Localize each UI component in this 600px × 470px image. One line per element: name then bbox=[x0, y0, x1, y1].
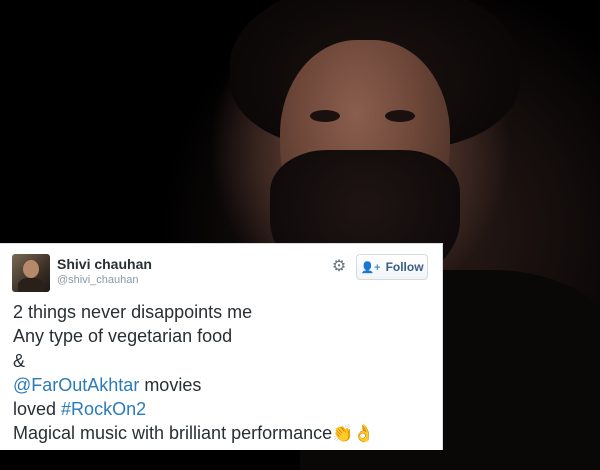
tweet-text: 2 things never disappoints me Any type o… bbox=[13, 300, 438, 447]
tweet-line-4-rest: movies bbox=[139, 374, 202, 395]
tweet-line-3: & bbox=[13, 350, 26, 371]
follow-label: Follow bbox=[385, 260, 424, 274]
gear-icon[interactable]: ⚙ bbox=[330, 258, 348, 276]
tweet-line-4: @FarOutAkhtar movies bbox=[13, 373, 438, 397]
avatar-body bbox=[18, 278, 44, 292]
photo-eye-left bbox=[310, 110, 340, 122]
tweet-line-6-text: Magical music with brilliant performance bbox=[13, 423, 333, 444]
mention-link[interactable]: @FarOutAkhtar bbox=[13, 375, 139, 395]
author-handle[interactable]: @shivi_chauhan bbox=[57, 274, 139, 286]
photo-eye-right bbox=[385, 110, 415, 122]
person-add-icon: 👤+ bbox=[360, 261, 381, 274]
tweet-line-1: 2 things never disappoints me bbox=[13, 302, 253, 322]
tweet-line-5-pre: loved bbox=[13, 399, 62, 420]
follow-button[interactable]: 👤+ Follow bbox=[356, 254, 428, 280]
clap-ok-emoji: 👏👌 bbox=[332, 424, 375, 444]
author-name[interactable]: Shivi chauhan bbox=[57, 256, 152, 272]
hashtag-link[interactable]: #RockOn2 bbox=[61, 399, 146, 419]
tweet-line-5: loved #RockOn2 bbox=[13, 397, 438, 421]
avatar[interactable] bbox=[12, 254, 50, 292]
avatar-head bbox=[23, 260, 39, 278]
tweet-card: Shivi chauhan @shivi_chauhan ⚙ 👤+ Follow… bbox=[0, 243, 443, 450]
tweet-line-6: Magical music with brilliant performance… bbox=[13, 421, 438, 446]
tweet-line-2: Any type of vegetarian food bbox=[13, 326, 233, 347]
